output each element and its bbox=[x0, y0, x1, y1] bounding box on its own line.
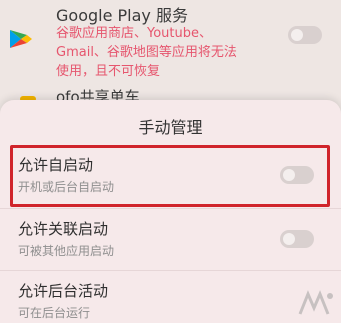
manual-management-dialog: 手动管理 允许自启动 开机或后台自启动 允许关联启动 可被其他应用启动 允许后台… bbox=[0, 100, 341, 323]
divider bbox=[0, 270, 341, 271]
red-highlight-box bbox=[10, 145, 330, 207]
option-allow-background-activity[interactable]: 允许后台活动 可在后台运行 bbox=[0, 272, 341, 323]
app-list-item-google-play[interactable]: Google Play 服务 谷歌应用商店、Youtube、 Gmail、谷歌地… bbox=[0, 0, 341, 96]
warning-line-1: 谷歌应用商店、Youtube、 bbox=[56, 26, 212, 41]
warning-line-3: 使用，且不可恢复 bbox=[56, 64, 161, 79]
associated-start-toggle[interactable] bbox=[280, 230, 314, 248]
app-name: Google Play 服务 bbox=[56, 6, 188, 25]
option-desc: 可被其他应用启动 bbox=[18, 244, 115, 258]
option-desc: 可在后台运行 bbox=[18, 306, 91, 320]
google-play-services-icon bbox=[10, 30, 32, 48]
app-warning-text: 谷歌应用商店、Youtube、 Gmail、谷歌地图等应用将无法 使用，且不可恢… bbox=[56, 24, 266, 81]
dialog-title: 手动管理 bbox=[138, 118, 203, 137]
option-label: 允许关联启动 bbox=[18, 220, 109, 238]
option-label: 允许后台活动 bbox=[18, 282, 109, 300]
app-toggle-switch[interactable] bbox=[288, 26, 322, 44]
warning-line-2: Gmail、谷歌地图等应用将无法 bbox=[56, 45, 237, 60]
divider bbox=[0, 208, 341, 209]
screen: Google Play 服务 谷歌应用商店、Youtube、 Gmail、谷歌地… bbox=[0, 0, 341, 323]
watermark-logo-icon bbox=[298, 290, 333, 315]
option-allow-associated-start[interactable]: 允许关联启动 可被其他应用启动 bbox=[0, 210, 341, 268]
